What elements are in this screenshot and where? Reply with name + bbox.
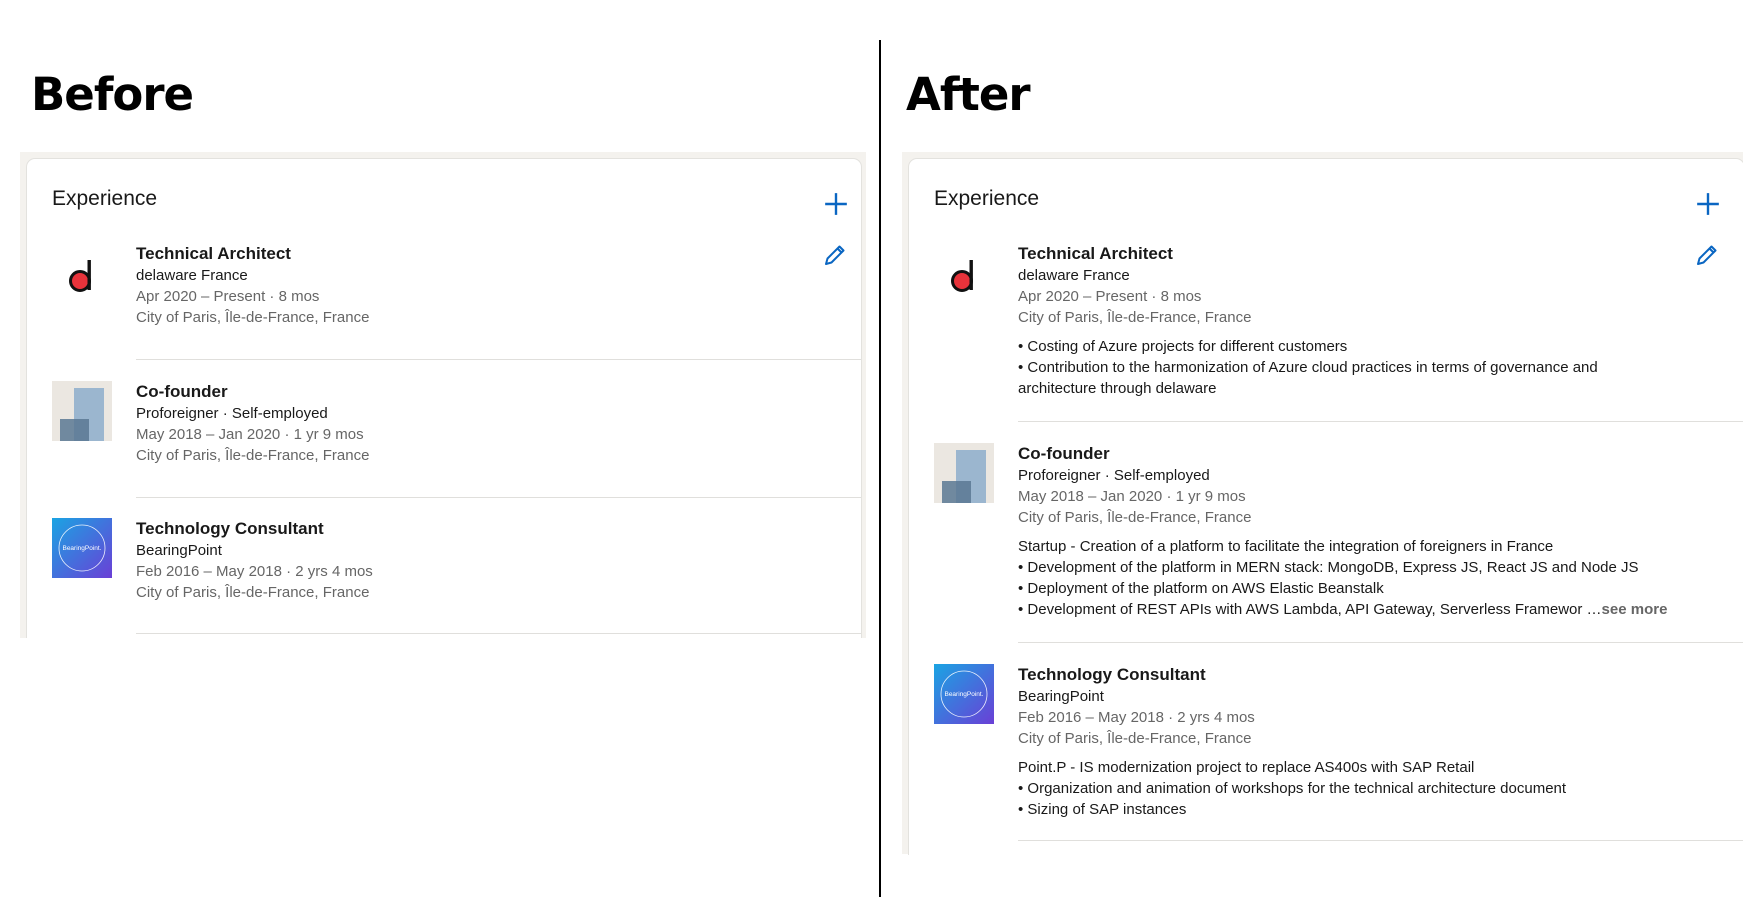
description-line: • Development of REST APIs with AWS Lamb… (1018, 601, 1602, 618)
proforeigner-logo (52, 381, 112, 441)
entry-separator (136, 359, 861, 360)
comparison-divider (879, 40, 881, 897)
experience-section-title: Experience (52, 187, 158, 210)
job-dates: Feb 2016 – May 2018 · 2 yrs 4 mos (136, 563, 373, 580)
company-name: delaware France (1018, 267, 1130, 284)
job-location: City of Paris, Île-de-France, France (1018, 509, 1252, 526)
proforeigner-logo (934, 443, 994, 503)
delaware-logo (52, 243, 112, 303)
company-name: delaware France (136, 267, 248, 284)
entry-separator (1018, 642, 1743, 643)
job-description: • Costing of Azure projects for differen… (1018, 336, 1743, 399)
description-line: Startup - Creation of a platform to faci… (1018, 538, 1554, 555)
job-dates: Feb 2016 – May 2018 · 2 yrs 4 mos (1018, 709, 1255, 726)
entry-separator (1018, 421, 1743, 422)
job-title[interactable]: Technology Consultant (136, 518, 861, 540)
bearingpoint-logo: BearingPoint. (934, 664, 994, 724)
company-name: Proforeigner · Self-employed (1018, 467, 1210, 484)
bearingpoint-logo: BearingPoint. (52, 518, 112, 578)
job-location: City of Paris, Île-de-France, France (136, 309, 370, 326)
description-line: • Deployment of the platform on AWS Elas… (1018, 580, 1384, 597)
job-dates: Apr 2020 – Present · 8 mos (136, 288, 320, 305)
after-experience-card: Experience Technical Architect delaware … (908, 158, 1743, 855)
bearingpoint-logo-text: BearingPoint. (944, 691, 983, 698)
description-line: • Contribution to the harmonization of A… (1018, 359, 1598, 376)
job-location: City of Paris, Île-de-France, France (136, 447, 370, 464)
delaware-logo (934, 243, 994, 303)
experience-section-title: Experience (934, 187, 1040, 210)
job-title[interactable]: Technology Consultant (1018, 664, 1743, 686)
description-line: • Sizing of SAP instances (1018, 801, 1187, 818)
description-line-truncated: • Development of REST APIs with AWS Lamb… (1018, 599, 1743, 620)
description-line: architecture through delaware (1018, 380, 1217, 397)
company-name: BearingPoint (136, 542, 222, 559)
job-description: Startup - Creation of a platform to faci… (1018, 536, 1743, 620)
entry-separator (136, 497, 861, 498)
job-title[interactable]: Technical Architect (1018, 243, 1743, 265)
entry-separator (136, 633, 861, 634)
job-title[interactable]: Co-founder (136, 381, 861, 403)
plus-icon[interactable] (1695, 191, 1721, 217)
after-heading: After (906, 68, 1031, 121)
job-title[interactable]: Co-founder (1018, 443, 1743, 465)
description-line: • Costing of Azure projects for differen… (1018, 338, 1348, 355)
job-dates: Apr 2020 – Present · 8 mos (1018, 288, 1202, 305)
description-line: • Development of the platform in MERN st… (1018, 559, 1639, 576)
job-description: Point.P - IS modernization project to re… (1018, 757, 1743, 820)
plus-icon[interactable] (823, 191, 849, 217)
before-heading: Before (31, 68, 194, 121)
description-line: • Organization and animation of workshop… (1018, 780, 1567, 797)
company-name: BearingPoint (1018, 688, 1104, 705)
bearingpoint-logo-text: BearingPoint. (62, 545, 101, 552)
job-location: City of Paris, Île-de-France, France (1018, 309, 1252, 326)
before-experience-card: Experience Technical Architect delaware … (26, 158, 862, 638)
entry-separator (1018, 840, 1743, 841)
see-more-link[interactable]: see more (1602, 601, 1668, 618)
job-dates: May 2018 – Jan 2020 · 1 yr 9 mos (136, 426, 364, 443)
job-location: City of Paris, Île-de-France, France (136, 584, 370, 601)
job-location: City of Paris, Île-de-France, France (1018, 730, 1252, 747)
job-title[interactable]: Technical Architect (136, 243, 861, 265)
job-dates: May 2018 – Jan 2020 · 1 yr 9 mos (1018, 488, 1246, 505)
company-name: Proforeigner · Self-employed (136, 405, 328, 422)
description-line: Point.P - IS modernization project to re… (1018, 759, 1475, 776)
